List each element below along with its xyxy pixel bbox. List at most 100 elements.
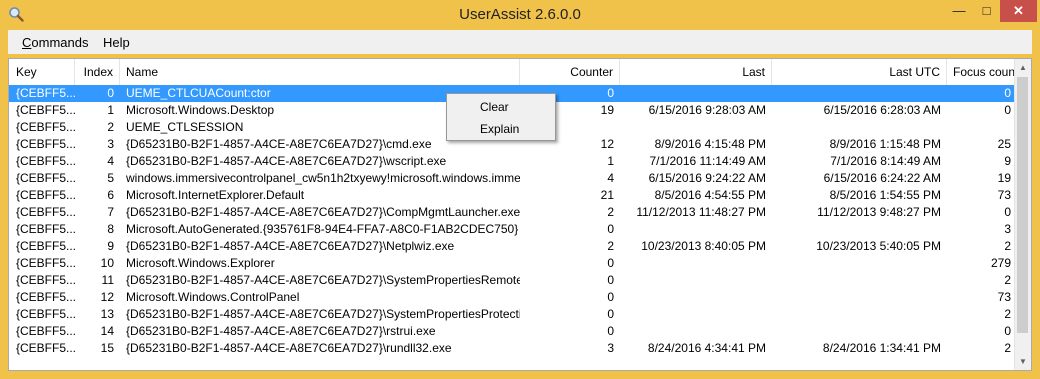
table-row[interactable]: {CEBFF5... 15 {D65231B0-B2F1-4857-A4CE-A8E… [9,340,1017,357]
cell-key: {CEBFF5... [16,205,75,219]
cell-last-utc: 8/9/2016 1:15:48 PM [829,137,941,151]
cell-counter: 2 [607,239,614,253]
column-header-last[interactable]: Last [620,59,772,85]
cell-last-utc [772,289,947,306]
cell-counter: 0 [607,290,614,304]
table-row[interactable]: {CEBFF5... 11 {D65231B0-B2F1-4857-A4CE-A8E… [9,272,1017,289]
table-row[interactable]: {CEBFF5... 8 Microsoft.AutoGenerated.{9357… [9,221,1017,238]
cell-last: 10/23/2013 8:40:05 PM [641,239,766,253]
cell-key: {CEBFF5... [16,256,75,270]
cell-focus-counter: 0 [1004,205,1011,219]
cell-focus-counter: 0 [1004,86,1011,100]
cell-last: 7/1/2016 11:14:49 AM [649,154,766,168]
cell-index: 11 [101,273,114,287]
cell-last-utc: 6/15/2016 6:28:03 AM [823,103,941,117]
column-header-last-utc[interactable]: Last UTC [772,59,947,85]
cell-last-utc [772,323,947,340]
cell-name: {D65231B0-B2F1-4857-A4CE-A8E7C6EA7D27}\C… [126,205,520,219]
cell-key: {CEBFF5... [16,290,75,304]
title-bar[interactable]: UserAssist 2.6.0.0 — □ ✕ [0,0,1040,30]
cell-index: 8 [107,222,114,236]
cell-focus-counter: 0 [1004,103,1011,117]
close-button[interactable]: ✕ [1000,0,1037,22]
cell-counter: 4 [607,171,614,185]
table-row[interactable]: {CEBFF5... 12 Microsoft.Windows.ControlPan… [9,289,1017,306]
cell-key: {CEBFF5... [16,86,75,100]
cell-index: 6 [107,188,114,202]
cell-key: {CEBFF5... [16,103,75,117]
scroll-down-arrow-icon[interactable]: ▼ [1015,353,1031,370]
cell-counter: 1 [607,154,614,168]
cell-focus-counter [947,119,1017,136]
menu-commands-accelerator: C [22,35,32,50]
cell-last-utc [772,119,947,136]
cell-focus-counter: 3 [1004,222,1011,236]
menu-help[interactable]: Help [103,35,130,50]
cell-name: {D65231B0-B2F1-4857-A4CE-A8E7C6EA7D27}\r… [126,324,436,338]
cell-key: {CEBFF5... [16,120,75,134]
cell-last [620,255,772,272]
table-row[interactable]: {CEBFF5... 10 Microsoft.Windows.Explorer 0 2… [9,255,1017,272]
menu-commands[interactable]: Commands [22,35,88,50]
cell-focus-counter: 0 [1004,324,1011,338]
table-row[interactable]: {CEBFF5... 9 {D65231B0-B2F1-4857-A4CE-A8E7… [9,238,1017,255]
vertical-scrollbar[interactable]: ▲ ▼ [1014,59,1031,370]
cell-name: windows.immersivecontrolpanel_cw5n1h2txy… [126,171,520,185]
cell-counter: 0 [607,324,614,338]
table-row[interactable]: {CEBFF5... 13 {D65231B0-B2F1-4857-A4CE-A8E… [9,306,1017,323]
cell-key: {CEBFF5... [16,171,75,185]
cell-focus-counter: 25 [997,137,1011,151]
cell-index: 4 [107,154,114,168]
cell-counter: 21 [600,188,614,202]
cell-index: 14 [100,324,114,338]
cell-key: {CEBFF5... [16,341,75,355]
cell-last: 6/15/2016 9:28:03 AM [648,103,766,117]
cell-last-utc: 7/1/2016 8:14:49 AM [830,154,941,168]
cell-last-utc: 10/23/2013 5:40:05 PM [816,239,941,253]
cell-last-utc: 8/24/2016 1:34:41 PM [822,341,941,355]
column-header-key[interactable]: Key [9,59,75,85]
context-menu: Clear Explain [446,93,556,141]
cell-index: 2 [107,120,114,134]
cell-index: 13 [100,307,114,321]
table-row[interactable]: {CEBFF5... 6 Microsoft.InternetExplorer.De… [9,187,1017,204]
cell-focus-counter: 2 [1004,273,1011,287]
cell-last-utc [772,306,947,323]
cell-last [620,306,772,323]
minimize-button[interactable]: — [945,0,973,22]
scrollbar-thumb[interactable] [1017,77,1028,333]
column-header-index[interactable]: Index [75,59,120,85]
maximize-button[interactable]: □ [973,0,1000,22]
cell-counter: 0 [607,256,614,270]
window-title: UserAssist 2.6.0.0 [459,6,581,23]
cell-last [620,272,772,289]
cell-name: {D65231B0-B2F1-4857-A4CE-A8E7C6EA7D27}\S… [126,307,520,321]
cell-last: 8/24/2016 4:34:41 PM [647,341,766,355]
cell-focus-counter: 2 [1004,307,1011,321]
cell-name: {D65231B0-B2F1-4857-A4CE-A8E7C6EA7D27}\w… [126,154,447,168]
cell-index: 3 [107,137,114,151]
cell-counter: 0 [607,222,614,236]
cell-key: {CEBFF5... [16,154,75,168]
column-header-name[interactable]: Name [120,59,520,85]
cell-name: Microsoft.Windows.ControlPanel [126,290,300,304]
context-menu-explain[interactable]: Explain [480,122,519,136]
column-header-focus-counter[interactable]: Focus counter? [947,59,1017,85]
table-row[interactable]: {CEBFF5... 4 {D65231B0-B2F1-4857-A4CE-A8E7… [9,153,1017,170]
cell-last: 6/15/2016 9:24:22 AM [648,171,766,185]
table-row[interactable]: {CEBFF5... 14 {D65231B0-B2F1-4857-A4CE-A8E… [9,323,1017,340]
column-header-counter[interactable]: Counter [520,59,620,85]
cell-last [620,289,772,306]
table-row[interactable]: {CEBFF5... 7 {D65231B0-B2F1-4857-A4CE-A8E7… [9,204,1017,221]
cell-key: {CEBFF5... [16,239,75,253]
cell-last-utc: 8/5/2016 1:54:55 PM [829,188,941,202]
context-menu-clear[interactable]: Clear [480,100,509,114]
cell-name: Microsoft.AutoGenerated.{935761F8-94E4-F… [126,222,519,236]
scroll-up-arrow-icon[interactable]: ▲ [1015,59,1031,76]
cell-focus-counter: 279 [990,256,1011,270]
table-row[interactable]: {CEBFF5... 5 windows.immersivecontrolpanel… [9,170,1017,187]
cell-index: 1 [107,103,114,117]
cell-index: 0 [107,86,114,100]
cell-name: Microsoft.InternetExplorer.Default [126,188,305,202]
cell-key: {CEBFF5... [16,273,75,287]
